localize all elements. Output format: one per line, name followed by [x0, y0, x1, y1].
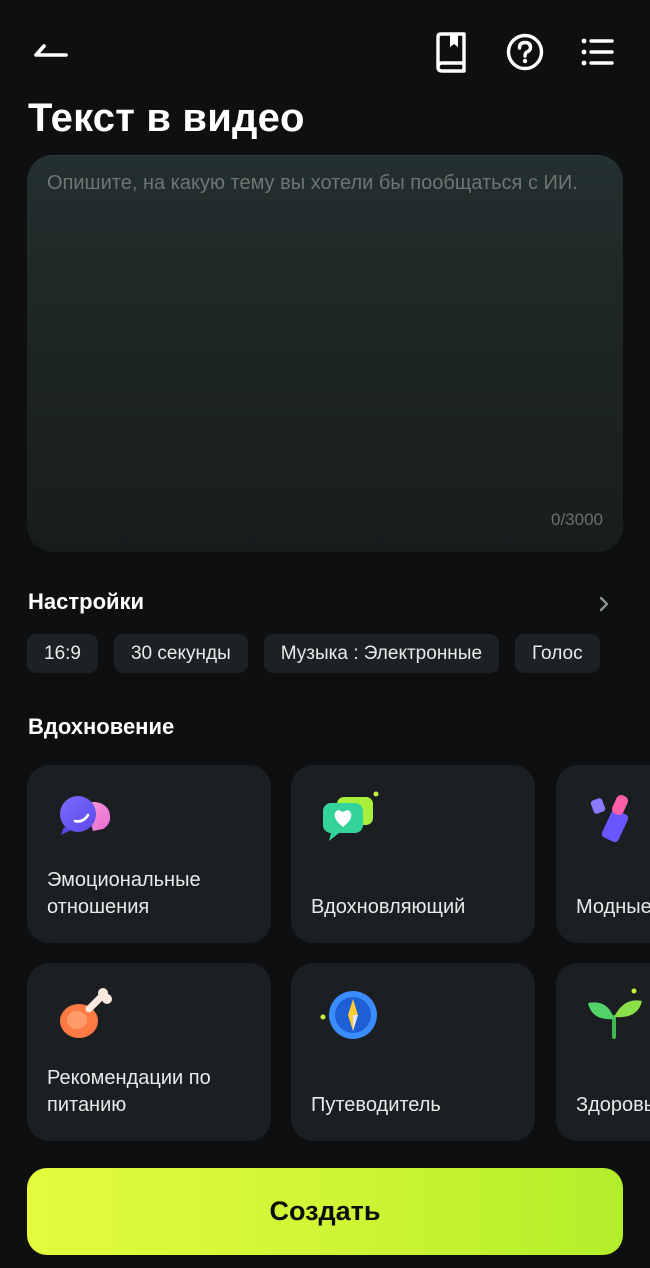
- inspiration-card-fashion[interactable]: Модные: [556, 765, 650, 943]
- chip-music[interactable]: Музыка : Электронные: [263, 634, 500, 673]
- inspiration-card-label: Рекомендации по питанию: [47, 1067, 211, 1116]
- book-icon: [436, 32, 466, 73]
- page-title: Текст в видео: [28, 96, 305, 140]
- settings-title: Настройки: [28, 589, 145, 614]
- inspiration-card-guide[interactable]: Путеводитель: [291, 963, 535, 1141]
- chip-duration[interactable]: 30 секунды: [113, 634, 248, 673]
- chevron-right-icon: [599, 596, 609, 612]
- chat-bubbles-icon: [60, 796, 111, 835]
- inspiration-card-healthy[interactable]: Здоровый образ жизни: [556, 963, 650, 1141]
- inspiration-card-nutrition[interactable]: Рекомендации по питанию: [27, 963, 271, 1141]
- inspiration-card-inspiring[interactable]: Вдохновляющий: [291, 765, 535, 943]
- inspiration-card-emotional[interactable]: Эмоциональные отношения: [27, 765, 271, 943]
- create-button[interactable]: Создать: [27, 1168, 623, 1255]
- inspiration-card-label: Модные: [576, 896, 650, 918]
- help-circle-icon: [506, 33, 544, 71]
- back-button[interactable]: [28, 30, 72, 74]
- inspiration-card-label: Путеводитель: [311, 1094, 441, 1116]
- inspiration-card-label: Здоровый образ жизни: [576, 1094, 650, 1116]
- text-to-video-screen: Текст в видео 0/3000 Настройки 16:9 30 с…: [0, 0, 650, 1268]
- inspiration-title: Вдохновение: [28, 714, 175, 739]
- meat-icon: [60, 988, 112, 1038]
- inspiration-row: Рекомендации по питанию Путеводитель Здо…: [27, 963, 650, 1143]
- settings-chips: 16:9 30 секунды Музыка : Электронные Гол…: [27, 634, 600, 673]
- heart-message-icon: [323, 791, 379, 841]
- chip-aspect-ratio[interactable]: 16:9: [27, 634, 98, 673]
- inspiration-row: Эмоциональные отношения Вдохновляющий Мо…: [27, 765, 650, 945]
- history-menu-button[interactable]: [575, 30, 619, 74]
- prompt-box: 0/3000: [27, 155, 623, 552]
- help-button[interactable]: [503, 30, 547, 74]
- arrow-left-icon: [34, 44, 68, 57]
- prompt-input[interactable]: [47, 170, 607, 500]
- inspiration-card-label: Вдохновляющий: [311, 896, 466, 918]
- inspiration-card-label: Эмоциональные отношения: [47, 869, 201, 918]
- compass-icon: [320, 991, 377, 1039]
- menu-list-icon: [581, 38, 614, 66]
- top-bar: [0, 0, 650, 100]
- guide-button[interactable]: [428, 30, 472, 74]
- sprout-icon: [588, 988, 642, 1039]
- character-counter: 0/3000: [551, 510, 603, 529]
- chip-voice[interactable]: Голос: [515, 634, 600, 673]
- settings-more-button[interactable]: [592, 592, 616, 616]
- lipstick-icon: [590, 795, 629, 843]
